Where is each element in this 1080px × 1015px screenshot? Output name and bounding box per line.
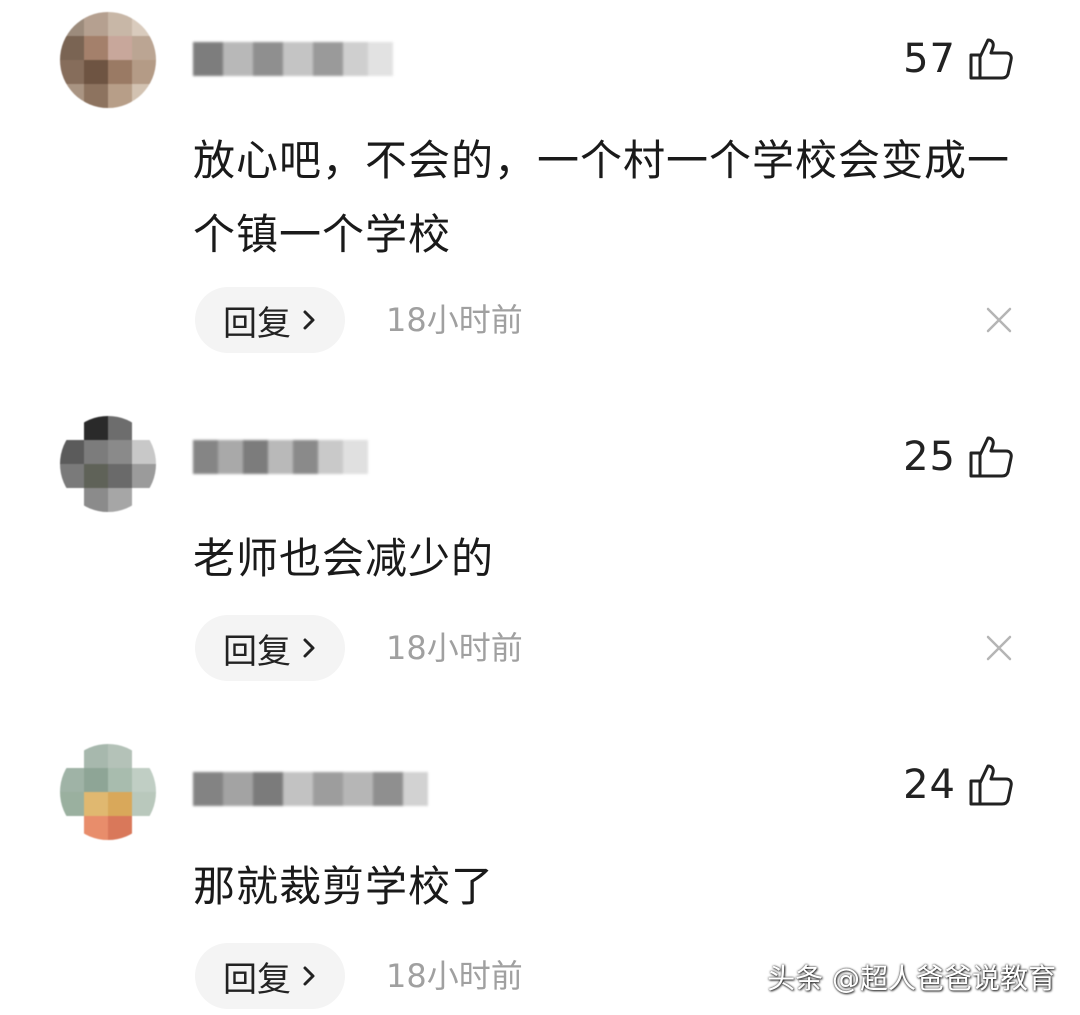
reply-label: 回复 xyxy=(223,960,291,999)
reply-button[interactable]: 回复 xyxy=(195,615,345,681)
username[interactable] xyxy=(193,440,368,474)
like-group: 25 xyxy=(903,434,1014,480)
username[interactable] xyxy=(193,42,393,76)
like-group: 57 xyxy=(903,36,1014,82)
timestamp: 18小时前 xyxy=(386,301,523,339)
watermark: 头条 @超人爸爸说教育 xyxy=(767,962,1056,995)
close-icon[interactable] xyxy=(984,305,1014,335)
like-count: 57 xyxy=(903,36,956,82)
comment-text: 放心吧，不会的，一个村一个学校会变成一个镇一个学校 xyxy=(193,136,1011,259)
timestamp: 18小时前 xyxy=(386,629,523,667)
avatar[interactable] xyxy=(60,744,156,840)
comment-item: 25 老师也会减少的 回复 18小时前 xyxy=(0,380,1080,710)
reply-button[interactable]: 回复 xyxy=(195,943,345,1009)
thumbs-up-icon[interactable] xyxy=(968,36,1014,82)
chevron-right-icon xyxy=(303,638,315,658)
like-count: 25 xyxy=(903,434,956,480)
reply-label: 回复 xyxy=(223,632,291,671)
like-count: 24 xyxy=(903,762,956,808)
avatar[interactable] xyxy=(60,12,156,108)
reply-label: 回复 xyxy=(223,304,291,343)
comment-text: 老师也会减少的 xyxy=(193,534,495,583)
like-group: 24 xyxy=(903,762,1014,808)
timestamp: 18小时前 xyxy=(386,957,523,995)
username[interactable] xyxy=(193,772,428,806)
chevron-right-icon xyxy=(303,966,315,986)
avatar[interactable] xyxy=(60,416,156,512)
thumbs-up-icon[interactable] xyxy=(968,434,1014,480)
close-icon[interactable] xyxy=(984,633,1014,663)
chevron-right-icon xyxy=(303,310,315,330)
comment-text: 那就裁剪学校了 xyxy=(193,862,495,911)
thumbs-up-icon[interactable] xyxy=(968,762,1014,808)
comment-item: 57 放心吧，不会的，一个村一个学校会变成一个镇一个学校 回复 18小时前 xyxy=(0,0,1080,380)
reply-button[interactable]: 回复 xyxy=(195,287,345,353)
